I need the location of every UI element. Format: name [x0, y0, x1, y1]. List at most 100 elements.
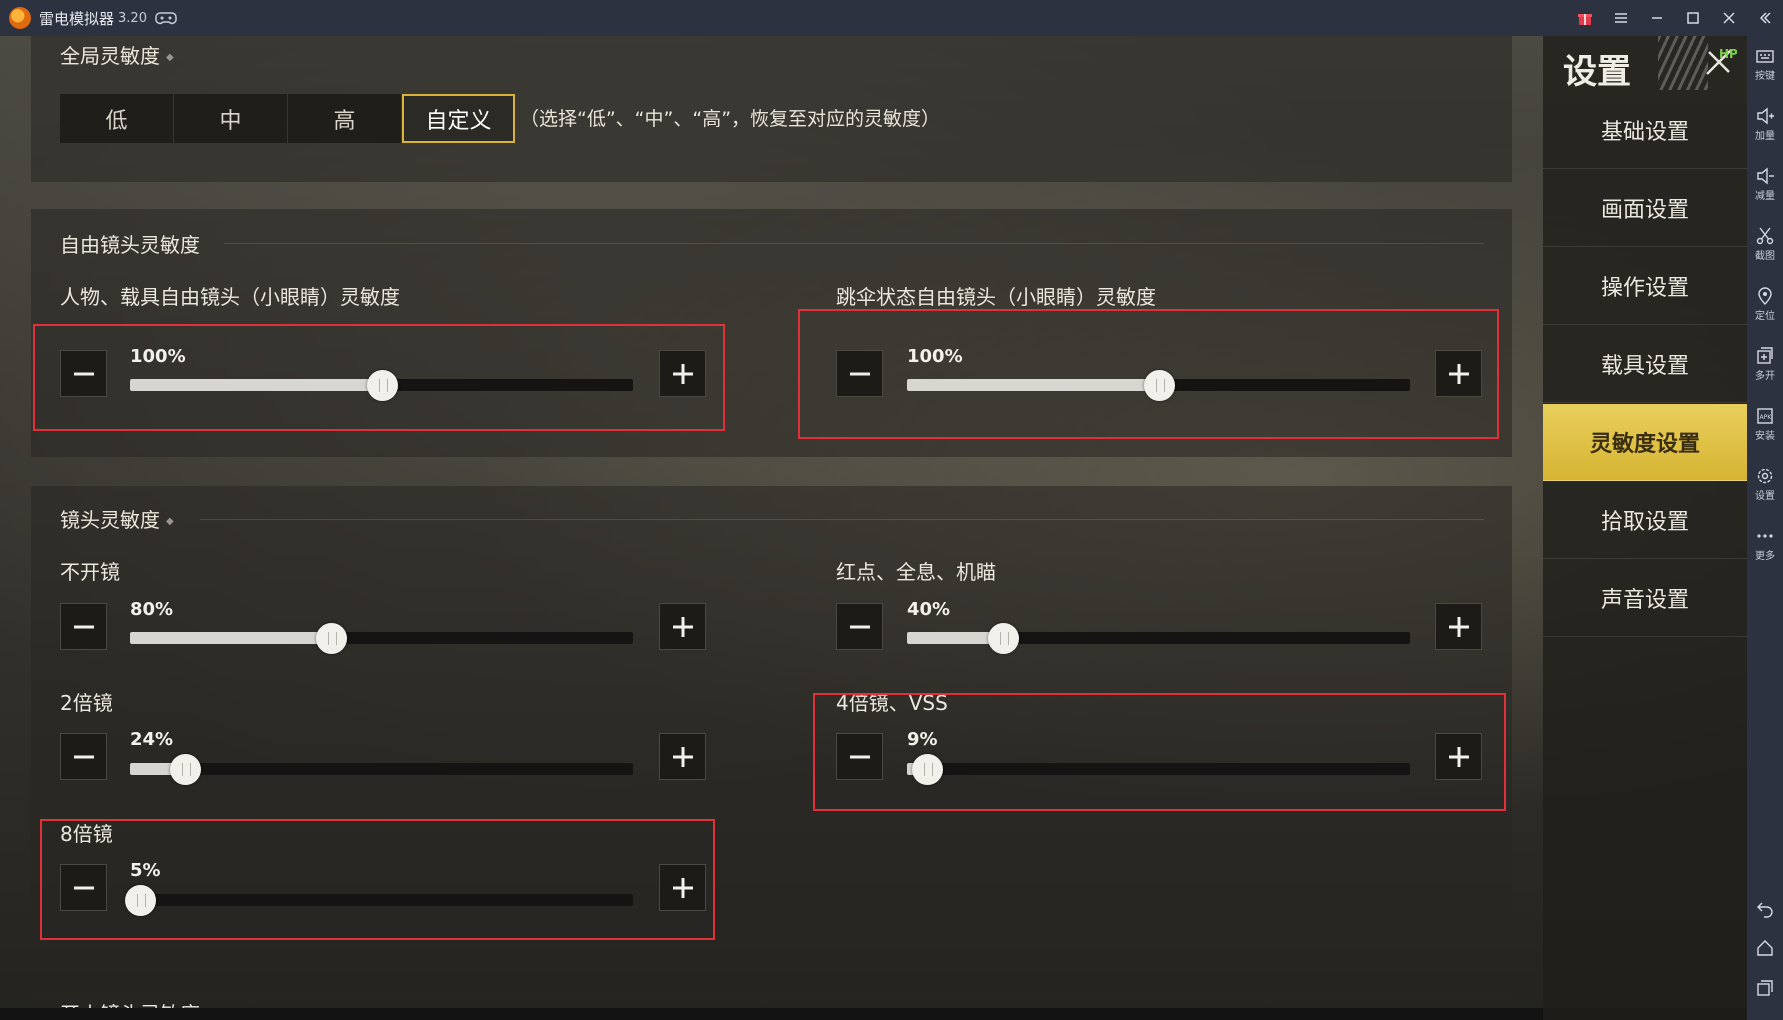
- home-button[interactable]: [1747, 938, 1783, 958]
- highlight-box: [813, 693, 1506, 811]
- menu-item-graphics[interactable]: 画面设置: [1543, 170, 1747, 247]
- decrease-button[interactable]: [60, 733, 107, 780]
- global-sensitivity-title: 全局灵敏度 ◆: [60, 44, 174, 68]
- sidebar-label: 安装: [1755, 431, 1775, 442]
- slider-fill: [130, 632, 332, 644]
- slider-track[interactable]: [130, 623, 633, 654]
- highlight-box: [798, 309, 1499, 439]
- preset-low-button[interactable]: 低: [60, 94, 173, 143]
- volume-up-button[interactable]: 加量: [1747, 106, 1783, 142]
- highlight-box: [40, 819, 715, 940]
- slider-thumb[interactable]: [316, 623, 348, 654]
- svg-text:APK: APK: [1760, 414, 1773, 421]
- menu-item-controls[interactable]: 操作设置: [1543, 248, 1747, 325]
- sidebar-label: 减量: [1755, 191, 1775, 202]
- menu-item-sensitivity[interactable]: 灵敏度设置: [1543, 404, 1747, 481]
- value-label: 24%: [130, 729, 174, 750]
- plus-icon: [672, 746, 693, 767]
- minus-icon: [73, 755, 94, 758]
- volume-down-button[interactable]: 减量: [1747, 166, 1783, 202]
- slider-track[interactable]: [907, 623, 1410, 654]
- divider: [224, 243, 1484, 244]
- value-label: 40%: [907, 599, 951, 620]
- game-viewport: 全局灵敏度 ◆ 低 中 高 自定义 （选择“低”、“中”、“高”，恢复至对应的灵敏…: [0, 36, 1747, 1020]
- plus-icon: [1448, 616, 1469, 637]
- minus-icon: [849, 625, 870, 628]
- back-icon: [1757, 902, 1773, 918]
- settings-button[interactable]: 设置: [1747, 466, 1783, 502]
- gift-icon[interactable]: [1567, 0, 1603, 36]
- back-button[interactable]: [1747, 898, 1783, 918]
- sidebar-label: 设置: [1755, 491, 1775, 502]
- sidebar-label: 定位: [1755, 311, 1775, 322]
- app-logo-icon: [9, 7, 31, 29]
- menu-icon[interactable]: [1603, 0, 1639, 36]
- home-icon: [1757, 940, 1773, 956]
- red-dot-label: 红点、全息、机瞄: [836, 560, 996, 584]
- sidebar-label: 更多: [1755, 551, 1775, 562]
- app-version: 3.20: [118, 10, 147, 26]
- settings-menu: 设置 HP 基础设置 画面设置 操作设置 载具设置 灵敏度设置 拾取设置 声音设…: [1543, 36, 1747, 1020]
- divider: [200, 519, 1484, 520]
- value-label: 80%: [130, 599, 174, 620]
- decrease-button[interactable]: [60, 603, 107, 650]
- title-bar: 雷电模拟器 3.20: [0, 0, 1783, 36]
- settings-title: 设置: [1563, 52, 1631, 92]
- decrease-button[interactable]: [836, 603, 883, 650]
- install-apk-button[interactable]: APK 安装: [1747, 406, 1783, 442]
- increase-button[interactable]: [659, 603, 706, 650]
- recent-apps-icon: [1757, 980, 1773, 996]
- settings-header: 设置 HP: [1543, 36, 1747, 92]
- multi-window-icon: [1757, 347, 1773, 364]
- minimize-icon[interactable]: [1639, 0, 1675, 36]
- keyboard-button[interactable]: 按键: [1747, 46, 1783, 82]
- increase-button[interactable]: [1435, 603, 1482, 650]
- gamepad-icon[interactable]: [155, 10, 177, 26]
- recent-apps-button[interactable]: [1747, 978, 1783, 998]
- more-button[interactable]: 更多: [1747, 526, 1783, 562]
- minus-icon: [73, 625, 94, 628]
- apk-install-icon: APK: [1757, 408, 1773, 424]
- volume-down-icon: [1757, 167, 1774, 185]
- menu-item-basic[interactable]: 基础设置: [1543, 92, 1747, 169]
- preset-hint: （选择“低”、“中”、“高”，恢复至对应的灵敏度）: [520, 108, 941, 130]
- menu-item-vehicle[interactable]: 载具设置: [1543, 326, 1747, 403]
- gear-icon: [1757, 468, 1773, 484]
- scissors-icon: [1756, 227, 1774, 245]
- highlight-box: [33, 324, 725, 431]
- host-taskbar: [0, 1008, 1747, 1020]
- preset-medium-button[interactable]: 中: [174, 94, 287, 143]
- multi-instance-button[interactable]: 多开: [1747, 346, 1783, 382]
- screenshot-button[interactable]: 截图: [1747, 226, 1783, 262]
- volume-up-icon: [1757, 107, 1774, 125]
- preset-high-button[interactable]: 高: [288, 94, 401, 143]
- menu-item-audio[interactable]: 声音设置: [1543, 560, 1747, 637]
- maximize-icon[interactable]: [1675, 0, 1711, 36]
- svg-text:HP: HP: [1719, 47, 1737, 61]
- app-title: 雷电模拟器: [39, 9, 115, 28]
- slider-track[interactable]: [130, 754, 633, 785]
- scope-sensitivity-title: 镜头灵敏度 ◆: [60, 508, 174, 532]
- location-button[interactable]: 定位: [1747, 286, 1783, 322]
- keyboard-icon: [1756, 50, 1774, 63]
- more-icon: [1757, 534, 1773, 538]
- scope-2x-label: 2倍镜: [60, 691, 113, 715]
- preset-custom-button[interactable]: 自定义: [402, 94, 515, 143]
- close-icon[interactable]: [1711, 0, 1747, 36]
- free-camera-right-label: 跳伞状态自由镜头（小眼睛）灵敏度: [836, 285, 1156, 309]
- plus-icon: [672, 616, 693, 637]
- menu-item-pickup[interactable]: 拾取设置: [1543, 482, 1747, 559]
- slider-thumb[interactable]: [987, 623, 1019, 654]
- free-camera-left-label: 人物、载具自由镜头（小眼睛）灵敏度: [60, 285, 400, 309]
- sidebar-label: 按键: [1755, 71, 1775, 82]
- sidebar-label: 多开: [1755, 371, 1775, 382]
- increase-button[interactable]: [659, 733, 706, 780]
- free-camera-title: 自由镜头灵敏度: [60, 233, 200, 257]
- no-scope-label: 不开镜: [60, 560, 120, 584]
- location-icon: [1758, 287, 1772, 305]
- preset-group: 低 中 高 自定义: [60, 94, 516, 143]
- sidebar-label: 加量: [1755, 131, 1775, 142]
- emulator-sidebar: 按键 加量 减量 截图 定位 多开 APK 安装 设置 更多: [1747, 36, 1783, 1020]
- close-settings-icon[interactable]: HP: [1701, 44, 1737, 80]
- collapse-sidebar-icon[interactable]: [1747, 0, 1783, 36]
